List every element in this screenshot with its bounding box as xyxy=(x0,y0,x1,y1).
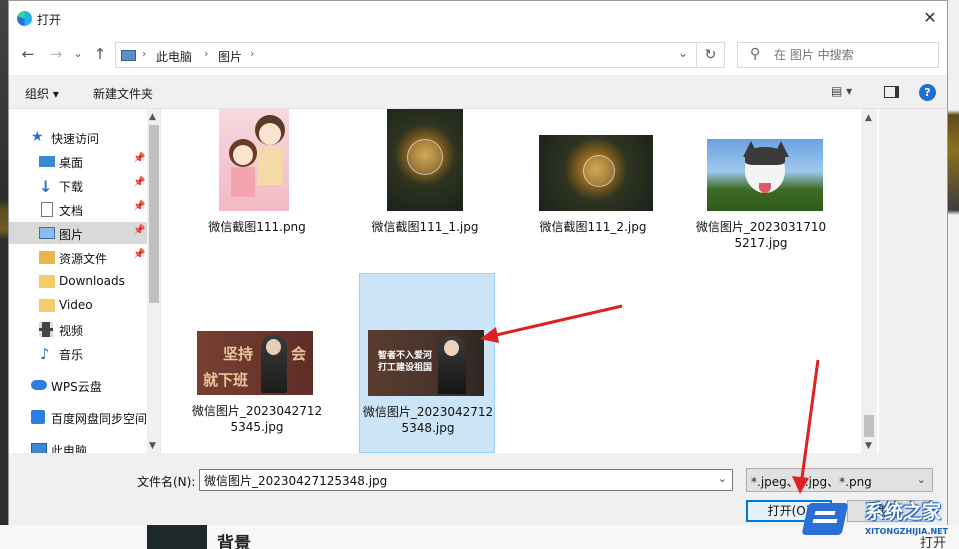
annotation-arrows xyxy=(480,304,820,494)
watermark: 系统之家 XITONGZHIJIA.NET xyxy=(801,495,955,545)
arrow-to-open-button xyxy=(792,359,820,494)
watermark-logo-icon xyxy=(801,497,849,537)
watermark-title: 系统之家 xyxy=(865,501,942,523)
watermark-subtitle: XITONGZHIJIA.NET xyxy=(865,527,949,536)
arrow-to-selected-file xyxy=(480,304,623,343)
